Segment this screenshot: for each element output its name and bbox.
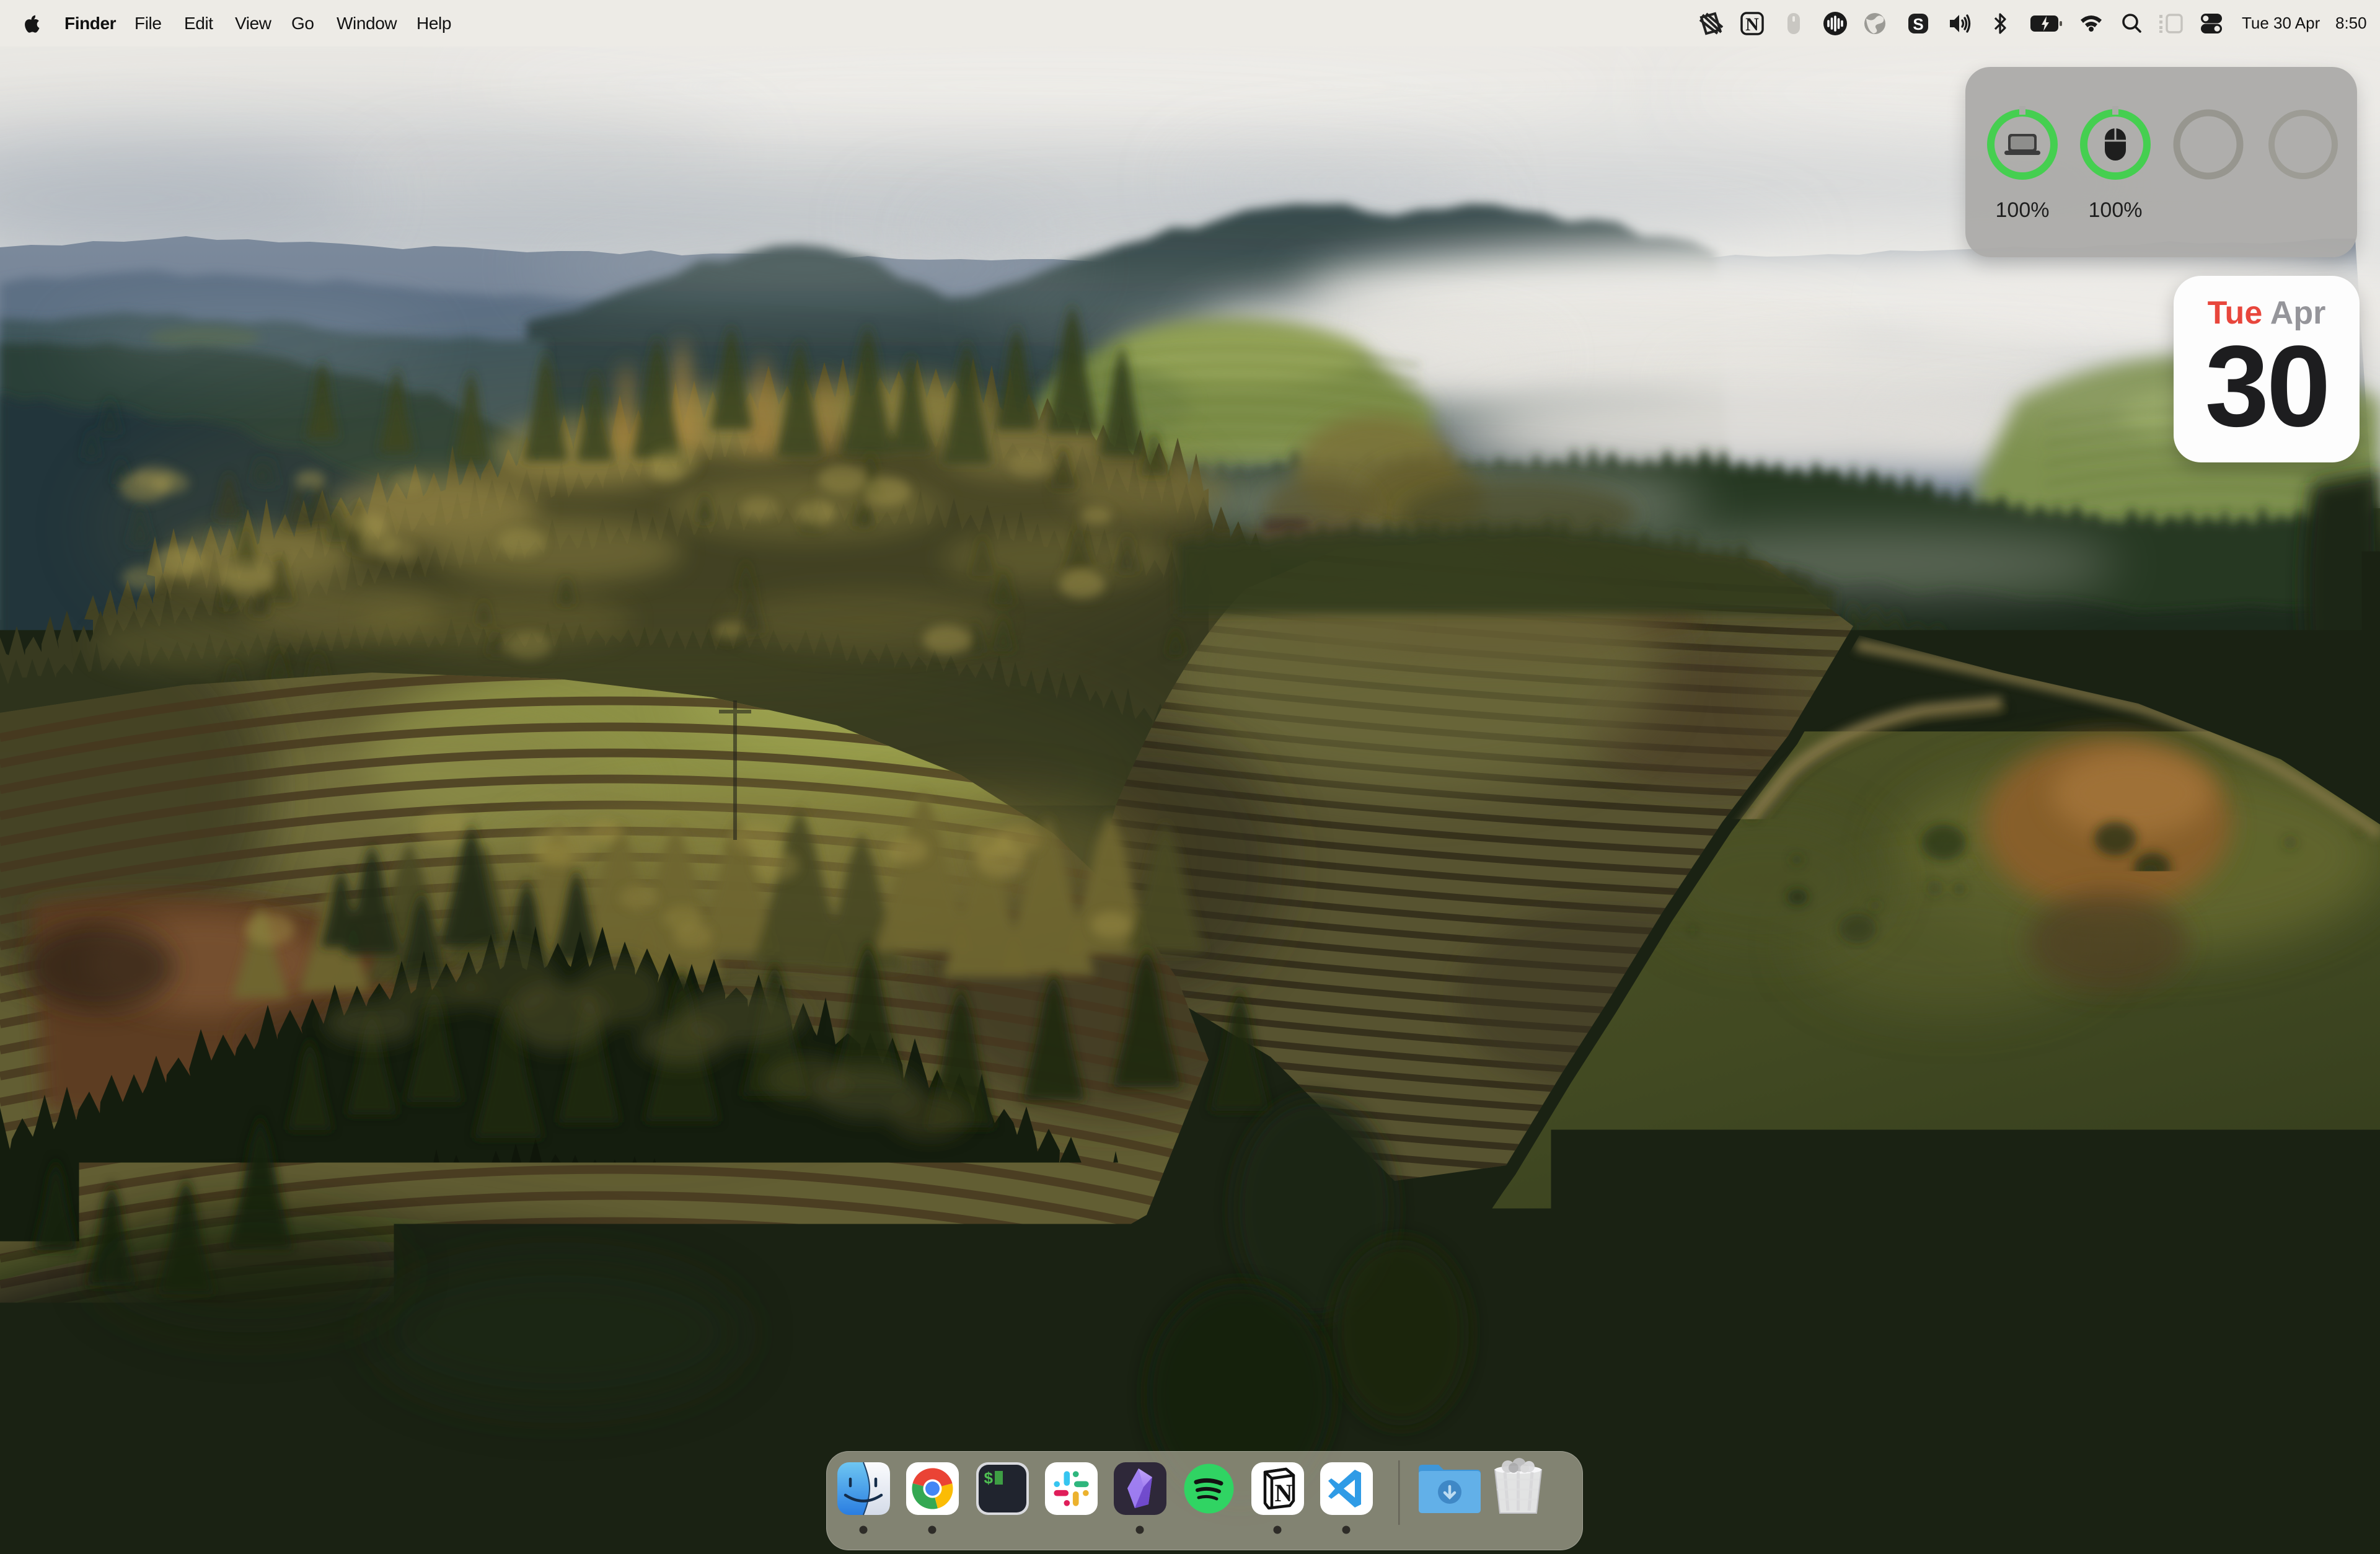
svg-text:Edit: Edit	[184, 14, 213, 33]
svg-text:8:50: 8:50	[2335, 14, 2367, 32]
svg-text:View: View	[235, 14, 272, 33]
svg-text:100%: 100%	[2089, 198, 2143, 222]
svg-text:Tue 30 Apr: Tue 30 Apr	[2242, 14, 2320, 32]
svg-text:Help: Help	[416, 14, 451, 33]
svg-text:File: File	[134, 14, 162, 33]
svg-text:N: N	[1745, 14, 1759, 35]
svg-text:Window: Window	[337, 14, 397, 33]
svg-text:Finder: Finder	[64, 14, 117, 33]
svg-text:N: N	[1275, 1479, 1293, 1507]
svg-text:100%: 100%	[1996, 198, 2050, 222]
svg-text:Go: Go	[291, 14, 314, 33]
svg-text:S: S	[1913, 15, 1923, 33]
svg-text:$: $	[984, 1470, 994, 1488]
